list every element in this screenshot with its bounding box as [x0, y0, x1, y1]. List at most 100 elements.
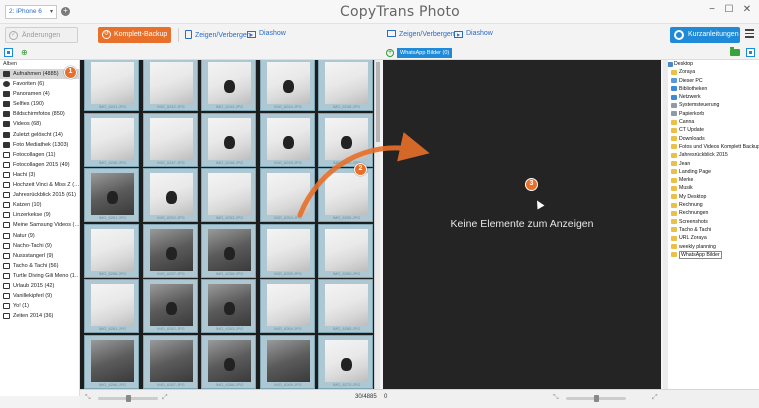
tree-folder-item[interactable]: Screenshots: [664, 218, 759, 226]
tree-folder-item[interactable]: Rechnung: [664, 201, 759, 209]
photo-thumbnail[interactable]: IMG_6262.JPG: [142, 279, 198, 333]
album-item[interactable]: Foto Mediathek (1303): [0, 140, 79, 150]
photo-thumbnail[interactable]: IMG_6269.JPG: [259, 334, 315, 389]
photo-thumbnail[interactable]: IMG_6263.JPG: [201, 279, 256, 333]
album-item[interactable]: Vanillekipferl (9): [0, 291, 79, 301]
photo-thumbnail[interactable]: IMG_6247.JPG: [142, 112, 198, 167]
tree-folder-item[interactable]: weekly planning: [664, 243, 759, 251]
close-button[interactable]: ✕: [740, 4, 754, 15]
tree-folder-item[interactable]: Jean: [664, 160, 759, 168]
photo-thumbnail[interactable]: IMG_6252.JPG: [142, 168, 198, 222]
photo-thumbnail[interactable]: IMG_6256.JPG: [84, 223, 139, 278]
photo-thumbnail[interactable]: IMG_6264.JPG: [259, 279, 315, 333]
tree-folder-item[interactable]: Landing Page: [664, 168, 759, 176]
tree-folder-item[interactable]: Canna: [664, 118, 759, 126]
device-selector[interactable]: 2: iPhone 6 ▾: [5, 5, 57, 19]
album-item[interactable]: Natur (9): [0, 231, 79, 241]
tree-folder-item[interactable]: Bibliotheken: [664, 85, 759, 93]
photo-thumbnail[interactable]: IMG_6268.JPG: [201, 334, 256, 389]
photo-thumbnail[interactable]: IMG_6251.JPG: [84, 168, 139, 222]
photo-thumbnail[interactable]: IMG_6253.JPG: [201, 168, 256, 222]
album-item[interactable]: Hochzeit Vinci & Miss Z (…: [0, 180, 79, 190]
zoom-slider[interactable]: [98, 395, 158, 402]
photo-thumbnail[interactable]: IMG_6258.JPG: [201, 223, 256, 278]
photo-thumbnail[interactable]: IMG_6249.JPG: [259, 112, 315, 167]
photo-thumbnail[interactable]: IMG_6270.JPG: [318, 334, 373, 389]
album-item[interactable]: Fotocollagen (11): [0, 150, 79, 160]
album-item[interactable]: Linzerkekse (9): [0, 210, 79, 220]
tree-folder-item[interactable]: Papierkorb: [664, 110, 759, 118]
add-device-icon[interactable]: +: [61, 7, 70, 16]
tree-folder-item[interactable]: My Desktop: [664, 193, 759, 201]
album-item[interactable]: Katzen (10): [0, 200, 79, 210]
tree-folder-item[interactable]: Netzwerk: [664, 93, 759, 101]
album-item[interactable]: Zuletzt gelöscht (14): [0, 130, 79, 140]
tree-folder-item[interactable]: URL Zoraya: [664, 234, 759, 242]
zoom-knob[interactable]: [594, 395, 599, 402]
show-hide-button-right[interactable]: Zeigen/Verbergen: [387, 30, 455, 38]
minimize-button[interactable]: −: [705, 4, 719, 15]
select-all-pc-icon[interactable]: [746, 48, 755, 57]
grid-scrollbar[interactable]: [374, 60, 380, 389]
tree-scrollbar[interactable]: [663, 60, 668, 389]
album-item[interactable]: Meine Samsung Videos (…: [0, 220, 79, 230]
zoom-knob[interactable]: [126, 395, 131, 402]
slideshow-button[interactable]: ▶ Diashow: [247, 30, 286, 38]
scrollbar-thumb[interactable]: [376, 62, 380, 142]
tree-folder-item[interactable]: Jahresrückblick 2015: [664, 151, 759, 159]
album-item[interactable]: Nussstangerl (9): [0, 251, 79, 261]
zoom-out-icon[interactable]: ⤡: [85, 394, 91, 402]
album-item[interactable]: Jahresrückblick 2015 (61): [0, 190, 79, 200]
photo-thumbnail[interactable]: IMG_6255.JPG: [318, 168, 373, 222]
zoom-slider-right[interactable]: [566, 395, 626, 402]
album-item[interactable]: Nacho-Tachi (9): [0, 241, 79, 251]
tree-folder-item[interactable]: WhatsApp Bilder: [664, 250, 759, 259]
tree-folder-item[interactable]: Rechnungen: [664, 209, 759, 217]
album-item[interactable]: Tacho & Tachi (56): [0, 261, 79, 271]
album-item[interactable]: Favoriten (6): [0, 79, 79, 89]
album-item[interactable]: Panoramen (4): [0, 89, 79, 99]
photo-thumbnail[interactable]: IMG_6244.JPG: [259, 60, 315, 111]
album-item[interactable]: Fotocollagen 2015 (49): [0, 160, 79, 170]
photo-thumbnail[interactable]: IMG_6246.JPG: [84, 112, 139, 167]
photo-thumbnail[interactable]: IMG_6242.JPG: [142, 60, 198, 111]
show-hide-button[interactable]: Zeigen/Verbergen: [185, 30, 251, 39]
photo-thumbnail[interactable]: IMG_6261.JPG: [84, 279, 139, 333]
photo-thumbnail[interactable]: IMG_6260.JPG: [318, 223, 373, 278]
save-changes-button[interactable]: ✓ Änderungen speichern: [5, 27, 78, 55]
photo-thumbnail[interactable]: IMG_6254.JPG: [259, 168, 315, 222]
tree-folder-item[interactable]: Merke: [664, 176, 759, 184]
tree-folder-item[interactable]: Fotos und Videos Komplett Backup: [664, 143, 759, 151]
tree-folder-item[interactable]: Downloads: [664, 135, 759, 143]
tree-folder-item[interactable]: CT Update: [664, 126, 759, 134]
new-album-icon[interactable]: ⊕: [21, 48, 31, 57]
photo-thumbnail[interactable]: IMG_6250.JPG: [318, 112, 373, 167]
menu-icon[interactable]: [745, 29, 754, 40]
photo-thumbnail[interactable]: IMG_6265.JPG: [318, 279, 373, 333]
photo-thumbnail[interactable]: IMG_6245.JPG: [318, 60, 373, 111]
photo-thumbnail[interactable]: IMG_6259.JPG: [259, 223, 315, 278]
album-item[interactable]: Hachi (3): [0, 170, 79, 180]
destination-panel[interactable]: Keine Elemente zum Anzeigen: [383, 60, 661, 389]
select-all-icon[interactable]: [4, 48, 13, 57]
photo-thumbnail[interactable]: IMG_6267.JPG: [142, 334, 198, 389]
photo-thumbnail[interactable]: IMG_6266.JPG: [84, 334, 139, 389]
zoom-in-icon[interactable]: ⤢: [652, 394, 658, 402]
full-backup-button[interactable]: ↺ Komplett-Backup: [98, 27, 171, 43]
album-item[interactable]: Zeiten 2014 (36): [0, 311, 79, 321]
album-item[interactable]: Videos (68): [0, 119, 79, 129]
album-item[interactable]: Bildschirmfotos (850): [0, 109, 79, 119]
slideshow-button-right[interactable]: ▶ Diashow: [454, 30, 493, 38]
quick-guides-button[interactable]: Kurzanleitungen: [670, 27, 740, 43]
tree-folder-item[interactable]: Zoraya: [664, 68, 759, 76]
maximize-button[interactable]: ☐: [722, 4, 736, 15]
tree-folder-item[interactable]: Systemsteuerung: [664, 101, 759, 109]
tree-root[interactable]: Desktop: [664, 60, 759, 68]
add-folder-icon[interactable]: +: [386, 49, 394, 57]
photo-thumbnail[interactable]: IMG_6257.JPG: [142, 223, 198, 278]
tree-folder-item[interactable]: Tacho & Tachi: [664, 226, 759, 234]
album-item[interactable]: Yo! (1): [0, 301, 79, 311]
photo-thumbnail[interactable]: IMG_6243.JPG: [201, 60, 256, 111]
tree-folder-item[interactable]: Musik: [664, 184, 759, 192]
photo-thumbnail[interactable]: IMG_6241.JPG: [84, 60, 139, 111]
